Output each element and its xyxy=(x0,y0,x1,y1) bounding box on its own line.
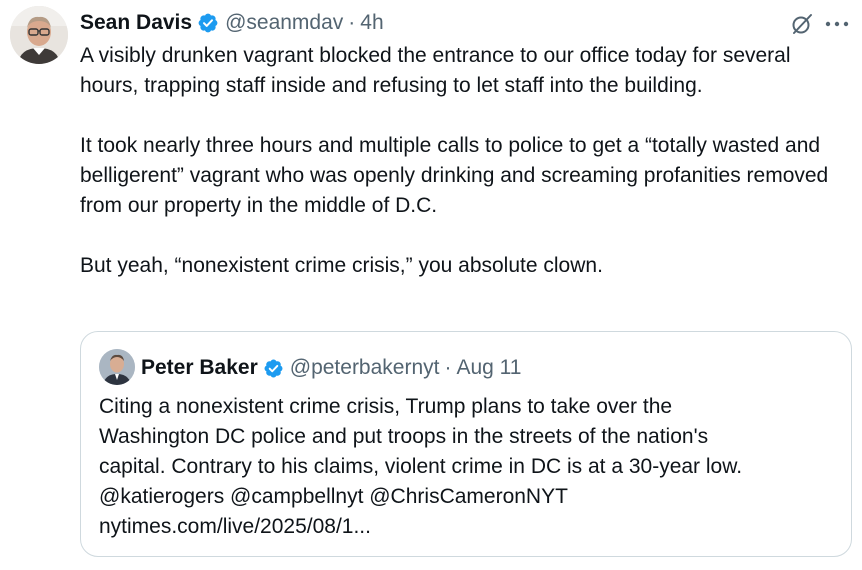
more-icon[interactable] xyxy=(822,14,852,34)
tweet-paragraph: A visibly drunken vagrant blocked the en… xyxy=(80,44,791,97)
quoted-timestamp[interactable]: Aug 11 xyxy=(456,356,521,380)
quoted-author-handle[interactable]: @peterbakernyt xyxy=(290,356,440,380)
quoted-text-line: Citing a nonexistent crime crisis, Trump… xyxy=(99,395,673,418)
separator-dot: · xyxy=(348,11,356,34)
quoted-text-line: capital. Contrary to his claims, violent… xyxy=(99,455,743,478)
timestamp[interactable]: 4h xyxy=(360,11,383,35)
quoted-mentions[interactable]: @katierogers @campbellnyt @ChrisCameronN… xyxy=(99,482,839,512)
quoted-link[interactable]: nytimes.com/live/2025/08/1... xyxy=(99,512,839,542)
tweet[interactable]: Sean Davis @seanmdav · 4h A visibly drun… xyxy=(0,0,862,570)
quoted-text-line: Washington DC police and put troops in t… xyxy=(99,425,709,448)
quoted-tweet[interactable]: Peter Baker @peterbakernyt · Aug 11 Citi… xyxy=(80,331,852,557)
quoted-tweet-text: Citing a nonexistent crime crisis, Trump… xyxy=(99,392,839,542)
separator-dot: · xyxy=(444,356,452,379)
quoted-author-name[interactable]: Peter Baker xyxy=(141,356,258,380)
author-handle[interactable]: @seanmdav xyxy=(225,11,343,35)
quoted-header: Peter Baker @peterbakernyt · Aug 11 xyxy=(141,352,521,384)
grok-icon[interactable] xyxy=(790,12,814,36)
tweet-paragraph: It took nearly three hours and multiple … xyxy=(80,134,829,217)
tweet-paragraph: But yeah, “nonexistent crime crisis,” yo… xyxy=(80,254,603,277)
tweet-header: Sean Davis @seanmdav · 4h xyxy=(80,7,772,39)
tweet-text: A visibly drunken vagrant blocked the en… xyxy=(80,41,840,281)
verified-badge-icon xyxy=(197,12,219,34)
quoted-author-avatar[interactable] xyxy=(99,349,135,385)
author-avatar[interactable] xyxy=(10,6,68,64)
verified-badge-icon xyxy=(263,358,284,379)
author-name[interactable]: Sean Davis xyxy=(80,11,192,35)
